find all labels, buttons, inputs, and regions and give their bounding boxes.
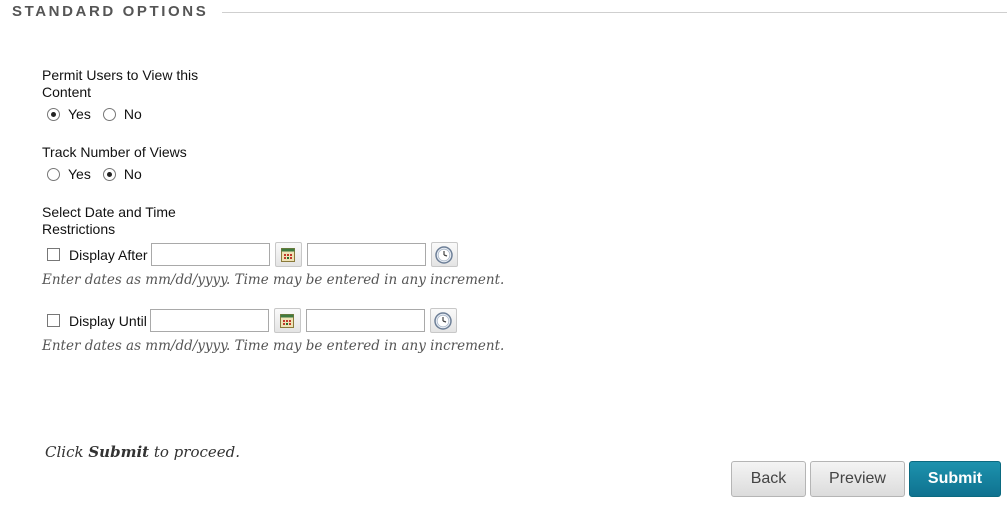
display-until-label[interactable]: Display Until: [69, 313, 147, 329]
submit-note-bold: Submit: [88, 443, 150, 461]
submit-note-suffix: to proceed.: [149, 443, 241, 461]
display-after-date-input[interactable]: [150, 243, 270, 266]
display-until-hint: Enter dates as mm/dd/yyyy. Time may be e…: [42, 338, 505, 354]
back-button[interactable]: Back: [731, 461, 806, 497]
track-views-no-label[interactable]: No: [124, 166, 142, 182]
permit-view-no-label[interactable]: No: [124, 106, 142, 122]
display-until-row: Display Until: [47, 308, 462, 333]
display-until-calendar-button[interactable]: [273, 308, 301, 333]
display-after-time-input[interactable]: [306, 243, 426, 266]
track-views-yes-radio[interactable]: [47, 167, 60, 181]
section-title: STANDARD OPTIONS: [12, 3, 209, 20]
track-views-radio-group: Yes No: [47, 166, 154, 182]
section-header: STANDARD OPTIONS: [12, 3, 1007, 20]
submit-button[interactable]: Submit: [909, 461, 1001, 497]
calendar-icon: [280, 313, 295, 328]
clock-icon: [435, 245, 453, 264]
permit-view-yes-label[interactable]: Yes: [68, 106, 91, 122]
submit-note-prefix: Click: [45, 443, 89, 461]
display-after-row: Display After: [47, 242, 463, 267]
display-until-time-input[interactable]: [305, 309, 425, 332]
display-after-clock-button[interactable]: [430, 242, 458, 267]
date-restrictions-label: Select Date and Time Restrictions: [42, 204, 176, 237]
permit-view-label: Permit Users to View this Content: [42, 67, 199, 100]
permit-view-yes-radio[interactable]: [47, 107, 60, 121]
display-until-date-input[interactable]: [149, 309, 269, 332]
track-views-no-radio[interactable]: [102, 167, 116, 181]
display-after-checkbox[interactable]: [47, 248, 60, 261]
permit-view-no-radio[interactable]: [102, 107, 116, 121]
submit-instruction: Click Submit to proceed.: [45, 443, 240, 461]
permit-view-radio-group: Yes No: [47, 106, 154, 122]
display-until-checkbox[interactable]: [47, 314, 60, 327]
display-after-calendar-button[interactable]: [274, 242, 302, 267]
preview-button[interactable]: Preview: [810, 461, 905, 497]
track-views-label: Track Number of Views: [42, 144, 187, 160]
clock-icon: [434, 311, 453, 330]
display-after-label[interactable]: Display After: [69, 247, 148, 263]
display-after-hint: Enter dates as mm/dd/yyyy. Time may be e…: [42, 272, 505, 288]
display-until-clock-button[interactable]: [429, 308, 457, 333]
track-views-yes-label[interactable]: Yes: [68, 166, 91, 182]
section-divider: [222, 11, 1007, 13]
calendar-icon: [281, 247, 296, 262]
